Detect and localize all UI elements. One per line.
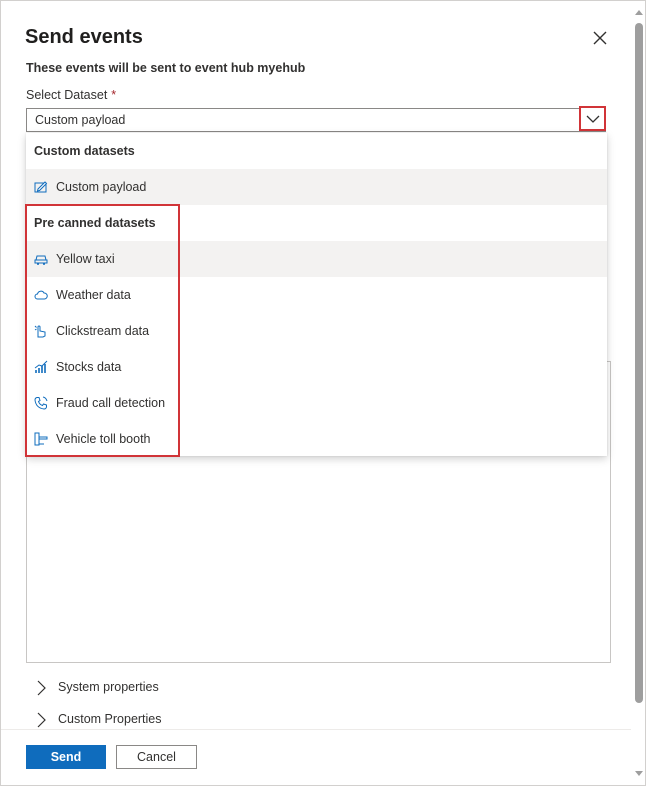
panel-title: Send events <box>25 26 143 48</box>
pointer-hand-icon <box>34 325 46 338</box>
toll-booth-icon <box>34 432 48 446</box>
group-header-custom: Custom datasets <box>34 144 135 158</box>
send-button[interactable]: Send <box>26 745 106 769</box>
option-weather-data[interactable]: Weather data <box>26 277 607 313</box>
option-label: Fraud call detection <box>56 396 166 410</box>
custom-properties-label: Custom Properties <box>58 712 162 726</box>
option-label: Yellow taxi <box>56 252 115 266</box>
close-button[interactable] <box>589 27 611 49</box>
group-header-precanned: Pre canned datasets <box>34 216 156 230</box>
scrollbar[interactable] <box>632 1 646 787</box>
cancel-button[interactable]: Cancel <box>116 745 197 769</box>
scroll-down-arrow-icon[interactable] <box>635 771 643 777</box>
chevron-right-icon <box>37 712 46 728</box>
system-properties-label: System properties <box>58 680 159 694</box>
custom-properties-expander[interactable]: Custom Properties <box>35 709 235 729</box>
dataset-label-text: Select Dataset <box>26 88 108 102</box>
phone-icon <box>34 396 48 410</box>
chevron-right-icon <box>37 680 46 696</box>
dataset-dropdown-list: Custom datasets Custom payload Pre canne… <box>26 133 607 456</box>
option-yellow-taxi[interactable]: Yellow taxi <box>26 241 607 277</box>
option-label: Vehicle toll booth <box>56 432 151 446</box>
edit-icon <box>34 181 48 193</box>
dataset-select-value: Custom payload <box>35 113 126 127</box>
chevron-down-icon <box>586 115 600 123</box>
option-label: Weather data <box>56 288 131 302</box>
option-label: Stocks data <box>56 360 122 374</box>
option-vehicle-toll-booth[interactable]: Vehicle toll booth <box>26 421 607 457</box>
option-custom-payload[interactable]: Custom payload <box>26 169 607 205</box>
car-icon <box>34 255 48 265</box>
send-events-panel: Send events These events will be sent to… <box>0 0 646 786</box>
dataset-select[interactable]: Custom payload <box>26 108 606 132</box>
close-icon <box>593 31 607 45</box>
dataset-label: Select Dataset * <box>26 88 116 102</box>
option-label: Custom payload <box>56 180 147 194</box>
system-properties-expander[interactable]: System properties <box>35 677 235 697</box>
footer-divider <box>1 729 631 730</box>
stock-chart-icon <box>34 360 48 373</box>
dataset-dropdown-toggle[interactable] <box>579 106 606 131</box>
option-clickstream-data[interactable]: Clickstream data <box>26 313 607 349</box>
scroll-up-arrow-icon[interactable] <box>635 9 643 15</box>
option-stocks-data[interactable]: Stocks data <box>26 349 607 385</box>
option-label: Clickstream data <box>56 324 150 338</box>
cloud-icon <box>34 290 48 300</box>
panel-subtitle: These events will be sent to event hub m… <box>26 61 306 75</box>
scrollbar-thumb[interactable] <box>635 23 643 703</box>
required-marker: * <box>111 88 117 102</box>
option-fraud-call-detection[interactable]: Fraud call detection <box>26 385 607 421</box>
